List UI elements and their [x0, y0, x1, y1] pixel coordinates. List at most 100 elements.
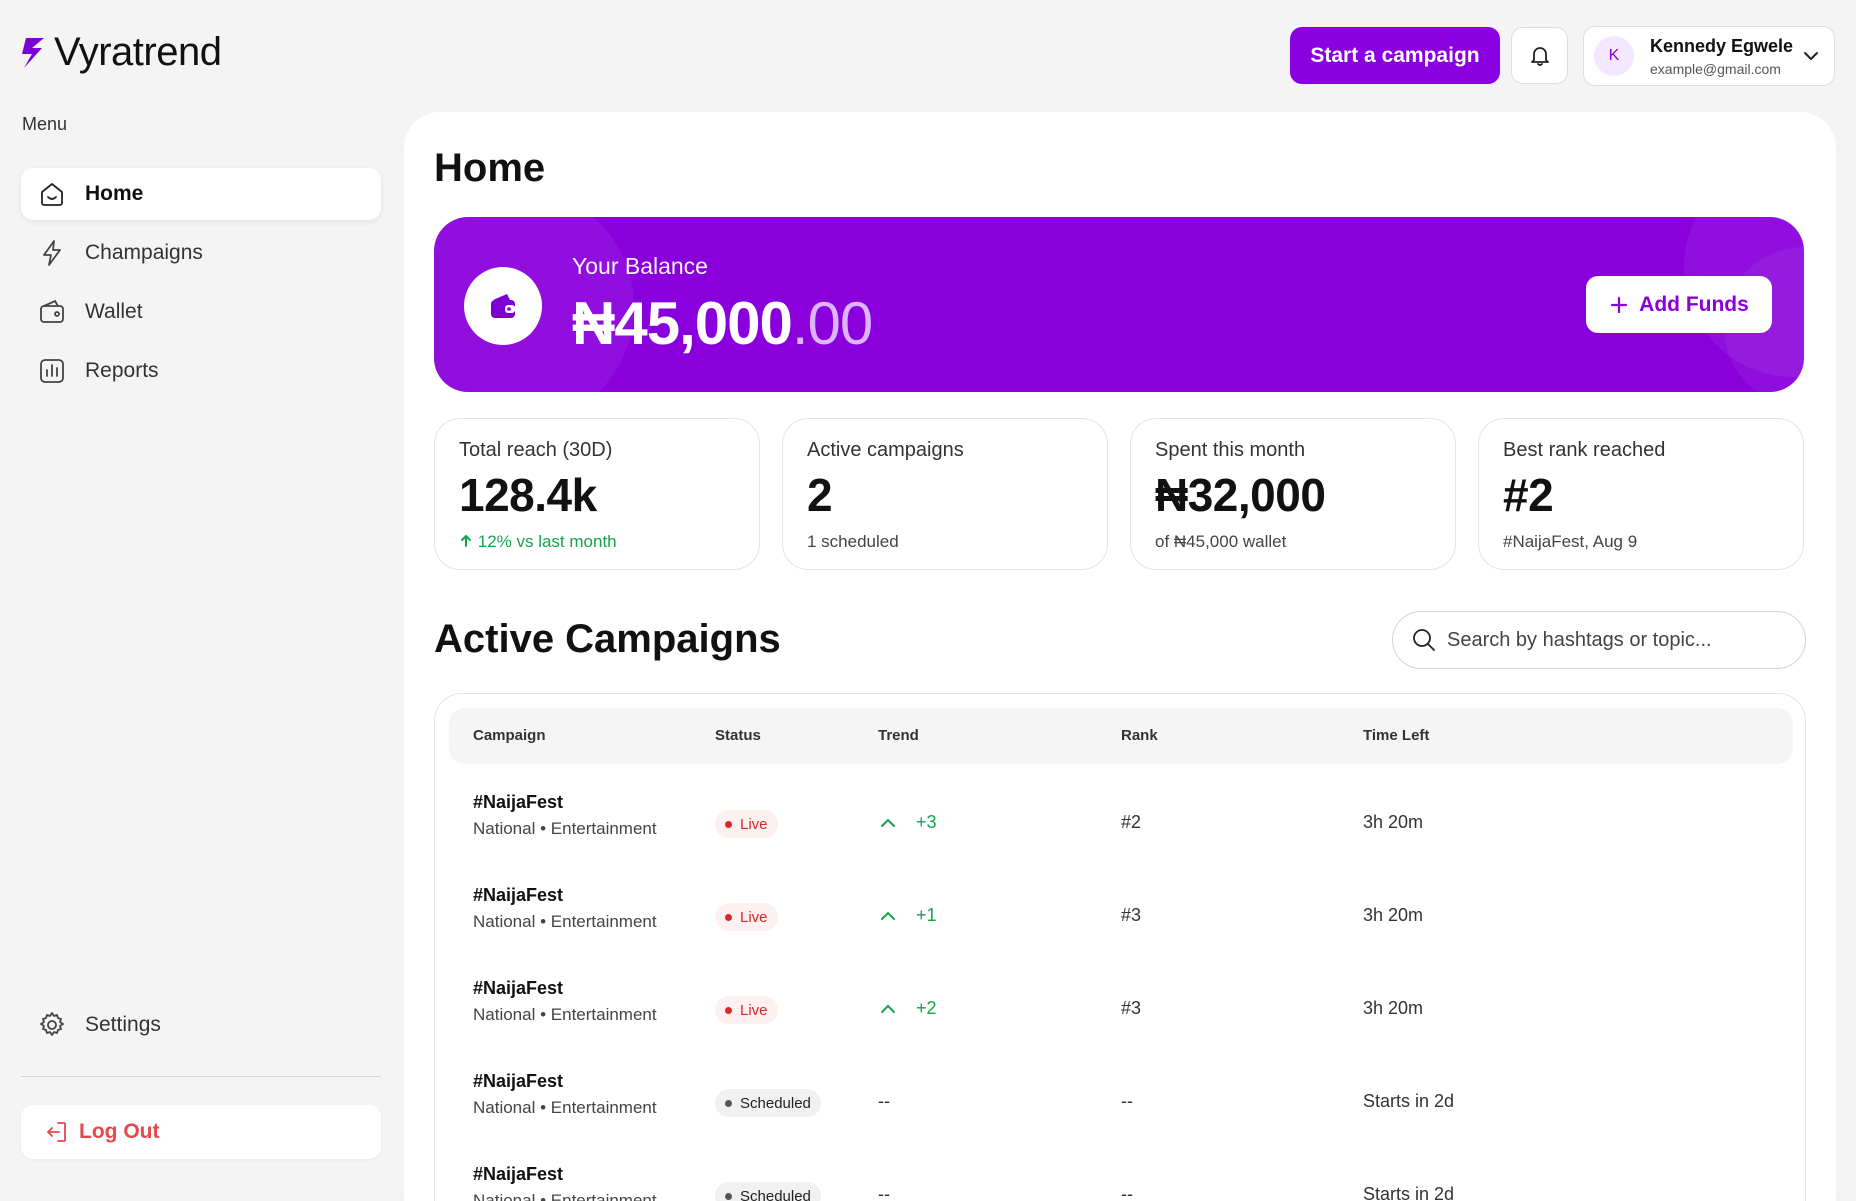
balance-amount: ₦45,000.00: [572, 289, 873, 358]
trend-value: +1: [916, 905, 937, 925]
sidebar-item-label: Wallet: [85, 300, 143, 323]
status-badge: Live: [715, 996, 778, 1024]
rank-value: #3: [1121, 905, 1142, 925]
chevron-up-icon: [881, 911, 895, 920]
table-row[interactable]: #NaijaFest National • Entertainment Live…: [435, 875, 1805, 968]
rank-value: --: [1121, 1184, 1133, 1201]
app-logo[interactable]: Vyratrend: [20, 30, 222, 75]
status-label: Live: [740, 1001, 768, 1019]
wallet-icon: [491, 294, 515, 318]
column-header-trend[interactable]: Trend: [878, 727, 919, 744]
stat-value: 2: [807, 469, 833, 521]
bell-icon: [1530, 46, 1549, 66]
stat-card-active-campaigns: Active campaigns 2 1 scheduled: [782, 418, 1108, 570]
user-name: Kennedy Egwele: [1650, 35, 1794, 56]
stat-card-spent-this-month: Spent this month ₦32,000 of ₦45,000 wall…: [1130, 418, 1456, 570]
campaign-name: #NaijaFest: [473, 978, 564, 998]
bolt-icon: [43, 240, 61, 266]
trend-cell: +2: [878, 998, 937, 1019]
user-menu[interactable]: K Kennedy Egwele example@gmail.com: [1583, 26, 1835, 86]
table-row[interactable]: #NaijaFest National • Entertainment Sche…: [435, 1154, 1805, 1201]
user-email: example@gmail.com: [1650, 60, 1781, 77]
logout-icon: [47, 1122, 66, 1142]
sidebar-item-wallet[interactable]: Wallet: [21, 286, 381, 338]
column-header-campaign[interactable]: Campaign: [473, 727, 546, 744]
stat-sub: #NaijaFest, Aug 9: [1503, 532, 1638, 551]
home-icon: [41, 183, 63, 206]
table-row[interactable]: #NaijaFest National • Entertainment Sche…: [435, 1061, 1805, 1154]
campaign-name: #NaijaFest: [473, 1164, 564, 1184]
chevron-up-icon: [881, 818, 895, 827]
time-left-value: Starts in 2d: [1363, 1184, 1455, 1201]
column-header-status[interactable]: Status: [715, 727, 761, 744]
balance-amount-decimal: .00: [791, 290, 873, 357]
balance-card: Your Balance ₦45,000.00 Add Funds: [434, 217, 1804, 392]
trend-cell: +1: [878, 905, 937, 926]
trend-value: --: [878, 1184, 890, 1201]
add-funds-label: Add Funds: [1639, 292, 1749, 316]
wallet-icon: [40, 299, 64, 323]
time-left-value: 3h 20m: [1363, 905, 1424, 925]
status-badge: Scheduled: [715, 1182, 821, 1201]
stat-label: Total reach (30D): [459, 439, 613, 461]
status-badge: Live: [715, 903, 778, 931]
campaign-name: #NaijaFest: [473, 792, 564, 812]
page-title: Home: [434, 146, 546, 190]
main-panel: Home Your Balance ₦45,000.00 Add Funds T…: [404, 112, 1836, 1201]
arrow-up-icon: [461, 535, 471, 547]
table-row[interactable]: #NaijaFest National • Entertainment Live…: [435, 968, 1805, 1061]
status-dot: [725, 913, 732, 921]
balance-amount-main: ₦45,000: [572, 290, 793, 357]
sidebar-item-home[interactable]: Home: [21, 168, 381, 220]
balance-label: Your Balance: [572, 253, 708, 279]
section-title: Active Campaigns: [434, 617, 781, 661]
time-left-value: 3h 20m: [1363, 812, 1424, 832]
status-label: Scheduled: [740, 1187, 811, 1201]
start-campaign-button[interactable]: Start a campaign: [1290, 27, 1500, 84]
campaign-meta: National • Entertainment: [473, 1098, 657, 1117]
sidebar-divider: [21, 1076, 381, 1077]
time-left-value: 3h 20m: [1363, 998, 1424, 1018]
sidebar-item-label: Reports: [85, 359, 159, 382]
table-row[interactable]: #NaijaFest National • Entertainment Live…: [435, 782, 1805, 875]
bolt-logo-icon: [22, 37, 44, 68]
campaign-meta: National • Entertainment: [473, 912, 657, 931]
balance-wallet-badge: [464, 267, 542, 345]
stat-sub: 1 scheduled: [807, 532, 899, 551]
search-input[interactable]: [1447, 628, 1787, 652]
rank-value: #2: [1121, 812, 1142, 832]
status-dot: [725, 1099, 732, 1107]
menu-label: Menu: [22, 114, 68, 134]
search-box[interactable]: [1392, 611, 1806, 669]
campaign-meta: National • Entertainment: [473, 1005, 657, 1024]
sidebar-item-label: Settings: [85, 1013, 161, 1036]
rank-value: #3: [1121, 998, 1142, 1018]
app-name: Vyratrend: [54, 30, 222, 74]
gear-icon: [40, 1012, 64, 1036]
campaign-name: #NaijaFest: [473, 1071, 564, 1091]
logout-label: Log Out: [79, 1120, 160, 1143]
status-label: Live: [740, 815, 768, 833]
sidebar-item-champaigns[interactable]: Champaigns: [21, 227, 381, 279]
stat-value: #2: [1503, 469, 1554, 521]
status-label: Live: [740, 908, 768, 926]
chevron-up-icon: [881, 1004, 895, 1013]
sidebar-item-reports[interactable]: Reports: [21, 345, 381, 397]
campaign-name: #NaijaFest: [473, 885, 564, 905]
add-funds-button[interactable]: Add Funds: [1586, 276, 1772, 333]
notifications-button[interactable]: [1511, 27, 1568, 84]
column-header-time-left[interactable]: Time Left: [1363, 727, 1429, 744]
search-icon: [1413, 629, 1435, 651]
logout-button[interactable]: Log Out: [21, 1105, 381, 1159]
stats-row: Total reach (30D) 128.4k 12% vs last mon…: [434, 418, 1806, 570]
sidebar-item-settings[interactable]: Settings: [21, 999, 381, 1051]
sidebar-item-label: Home: [85, 182, 144, 205]
plus-icon: [1611, 296, 1628, 313]
rank-value: --: [1121, 1091, 1133, 1111]
stat-value: ₦32,000: [1155, 469, 1326, 521]
time-left-value: Starts in 2d: [1363, 1091, 1455, 1111]
trend-cell: +3: [878, 812, 937, 833]
avatar: K: [1594, 36, 1634, 76]
stat-sub-text: 12% vs last month: [477, 532, 617, 551]
column-header-rank[interactable]: Rank: [1121, 727, 1158, 744]
